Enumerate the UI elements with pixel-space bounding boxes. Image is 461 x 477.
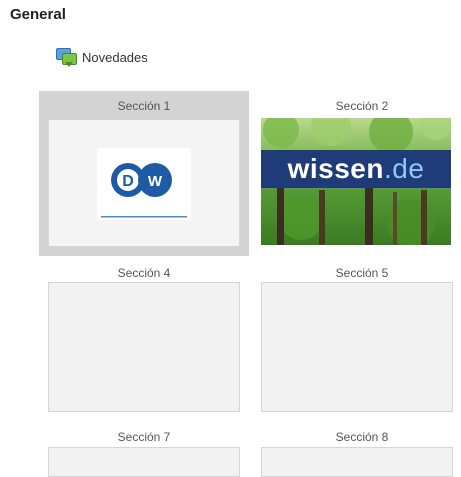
section-2-card[interactable]: Sección 2 wissen.de — [257, 91, 461, 256]
section-1-card[interactable]: Sección 1 D W — [39, 91, 249, 256]
section-grid: Sección 1 D W Sección 2 wissen.de Secció… — [0, 0, 461, 477]
section-label: Sección 1 — [117, 99, 171, 113]
svg-text:W: W — [148, 173, 163, 190]
wissen-logo-main: wissen — [287, 153, 384, 184]
wissen-logo: wissen.de — [261, 150, 451, 188]
section-2-thumbnail: wissen.de — [261, 118, 451, 245]
section-label: Sección 4 — [117, 266, 171, 280]
section-8-thumbnail — [261, 447, 453, 477]
svg-text:D: D — [122, 173, 134, 190]
section-8-card[interactable]: Sección 8 — [257, 428, 461, 477]
section-label: Sección 2 — [335, 99, 389, 113]
section-4-card[interactable]: Sección 4 — [39, 262, 249, 417]
section-1-thumbnail: D W — [48, 119, 240, 247]
section-4-thumbnail — [48, 282, 240, 412]
section-7-thumbnail — [48, 447, 240, 477]
dw-logo-image: D W — [97, 148, 191, 220]
section-5-thumbnail — [261, 282, 453, 412]
section-label: Sección 7 — [117, 430, 171, 444]
section-7-card[interactable]: Sección 7 — [39, 428, 249, 477]
wissen-logo-suffix: .de — [383, 153, 425, 184]
wissen-image: wissen.de — [261, 118, 451, 245]
section-label: Sección 5 — [335, 266, 389, 280]
section-label: Sección 8 — [335, 430, 389, 444]
section-5-card[interactable]: Sección 5 — [257, 262, 461, 417]
